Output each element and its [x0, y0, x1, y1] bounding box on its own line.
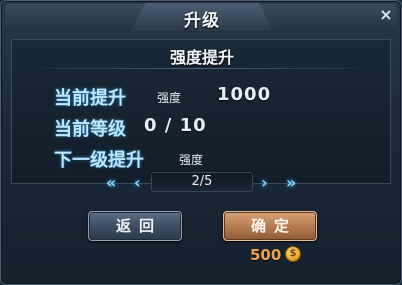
first-page-icon[interactable]: « [106, 173, 116, 192]
next-level-boost-stat-name: 强度 [179, 153, 204, 167]
next-level-boost-label: 下一级提升 [54, 150, 144, 171]
confirm-button[interactable]: 确定 [223, 211, 317, 241]
next-page-icon[interactable]: › [261, 173, 268, 192]
dialog-title: 升级 [184, 11, 220, 31]
last-page-icon[interactable]: » [286, 173, 296, 192]
current-boost-value: 1000 [217, 84, 272, 105]
current-level-value: 0 / 10 [144, 115, 207, 136]
coin-icon: $ [285, 246, 301, 262]
cost-value: 500 [250, 246, 282, 264]
page-indicator: 2/5 [191, 174, 213, 189]
back-button[interactable]: 返回 [88, 211, 182, 241]
current-boost-stat-name: 强度 [157, 91, 182, 105]
close-icon[interactable]: × [378, 7, 394, 23]
info-panel: 强度提升 当前提升 强度 1000 当前等级 0 / 10 下一级提升 强度 [11, 39, 391, 184]
upgrade-dialog: 升级 × 强度提升 当前提升 强度 1000 当前等级 0 / 10 下一级提升… [0, 0, 402, 285]
current-boost-label: 当前提升 [54, 88, 126, 109]
divider [22, 68, 380, 69]
pager: « ‹ 2/5 › » [101, 171, 303, 193]
current-level-label: 当前等级 [54, 119, 126, 140]
panel-subtitle: 强度提升 [169, 48, 234, 67]
prev-page-icon[interactable]: ‹ [134, 173, 141, 192]
